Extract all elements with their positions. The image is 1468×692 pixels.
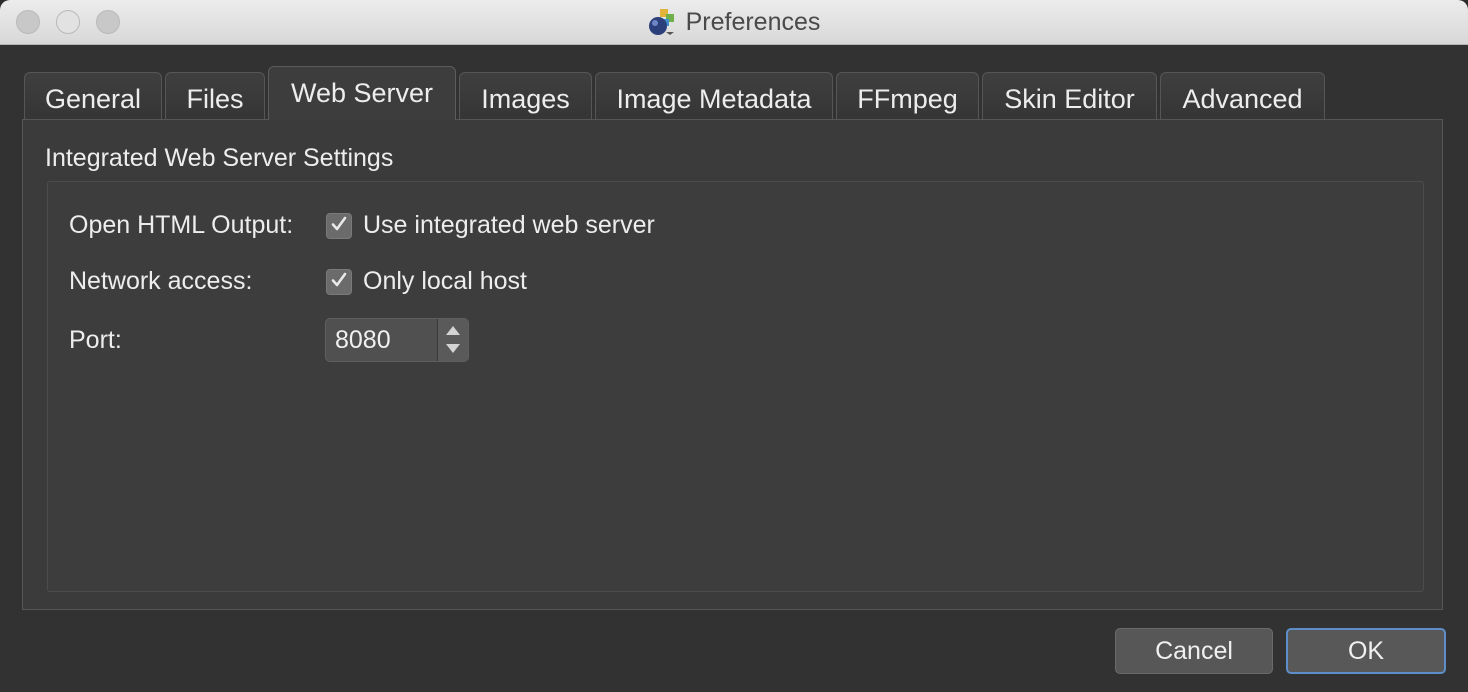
only-local-host-label[interactable]: Only local host — [363, 267, 527, 296]
title-bar[interactable]: Preferences — [0, 0, 1468, 45]
checkmark-icon — [330, 271, 348, 294]
tab-images[interactable]: Images — [459, 72, 592, 120]
zoom-window-button[interactable] — [96, 10, 120, 34]
network-access-label: Network access: — [69, 267, 253, 295]
port-stepper[interactable] — [437, 319, 468, 361]
ok-button[interactable]: OK — [1286, 628, 1446, 674]
decrement-arrow-icon[interactable] — [446, 344, 460, 353]
web-server-settings-group: Open HTML Output: Use integrated web ser… — [47, 181, 1424, 592]
app-logo-icon — [648, 8, 676, 36]
tab-files[interactable]: Files — [165, 72, 265, 120]
port-label: Port: — [69, 326, 122, 354]
use-integrated-web-server-label[interactable]: Use integrated web server — [363, 211, 655, 240]
use-integrated-web-server-checkbox[interactable] — [326, 213, 352, 239]
window-title-group: Preferences — [0, 0, 1468, 44]
open-html-output-label: Open HTML Output: — [69, 211, 294, 239]
tab-advanced[interactable]: Advanced — [1160, 72, 1325, 120]
cancel-button[interactable]: Cancel — [1115, 628, 1273, 674]
preferences-window: Preferences General Files Web Server Ima… — [0, 0, 1468, 692]
increment-arrow-icon[interactable] — [446, 326, 460, 335]
port-value[interactable]: 8080 — [335, 326, 391, 355]
close-window-button[interactable] — [16, 10, 40, 34]
tab-general[interactable]: General — [24, 72, 162, 120]
web-server-pane: Integrated Web Server Settings Open HTML… — [22, 119, 1443, 610]
tab-skin-editor[interactable]: Skin Editor — [982, 72, 1157, 120]
window-title: Preferences — [685, 7, 821, 36]
minimize-window-button[interactable] — [56, 10, 80, 34]
preferences-tabs: General Files Web Server Images Image Me… — [24, 66, 1328, 120]
only-local-host-checkbox[interactable] — [326, 269, 352, 295]
tab-image-metadata[interactable]: Image Metadata — [595, 72, 833, 120]
tab-web-server[interactable]: Web Server — [268, 66, 456, 120]
checkmark-icon — [330, 215, 348, 238]
section-title: Integrated Web Server Settings — [45, 144, 394, 172]
port-spinbox[interactable]: 8080 — [325, 318, 469, 362]
tab-ffmpeg[interactable]: FFmpeg — [836, 72, 979, 120]
